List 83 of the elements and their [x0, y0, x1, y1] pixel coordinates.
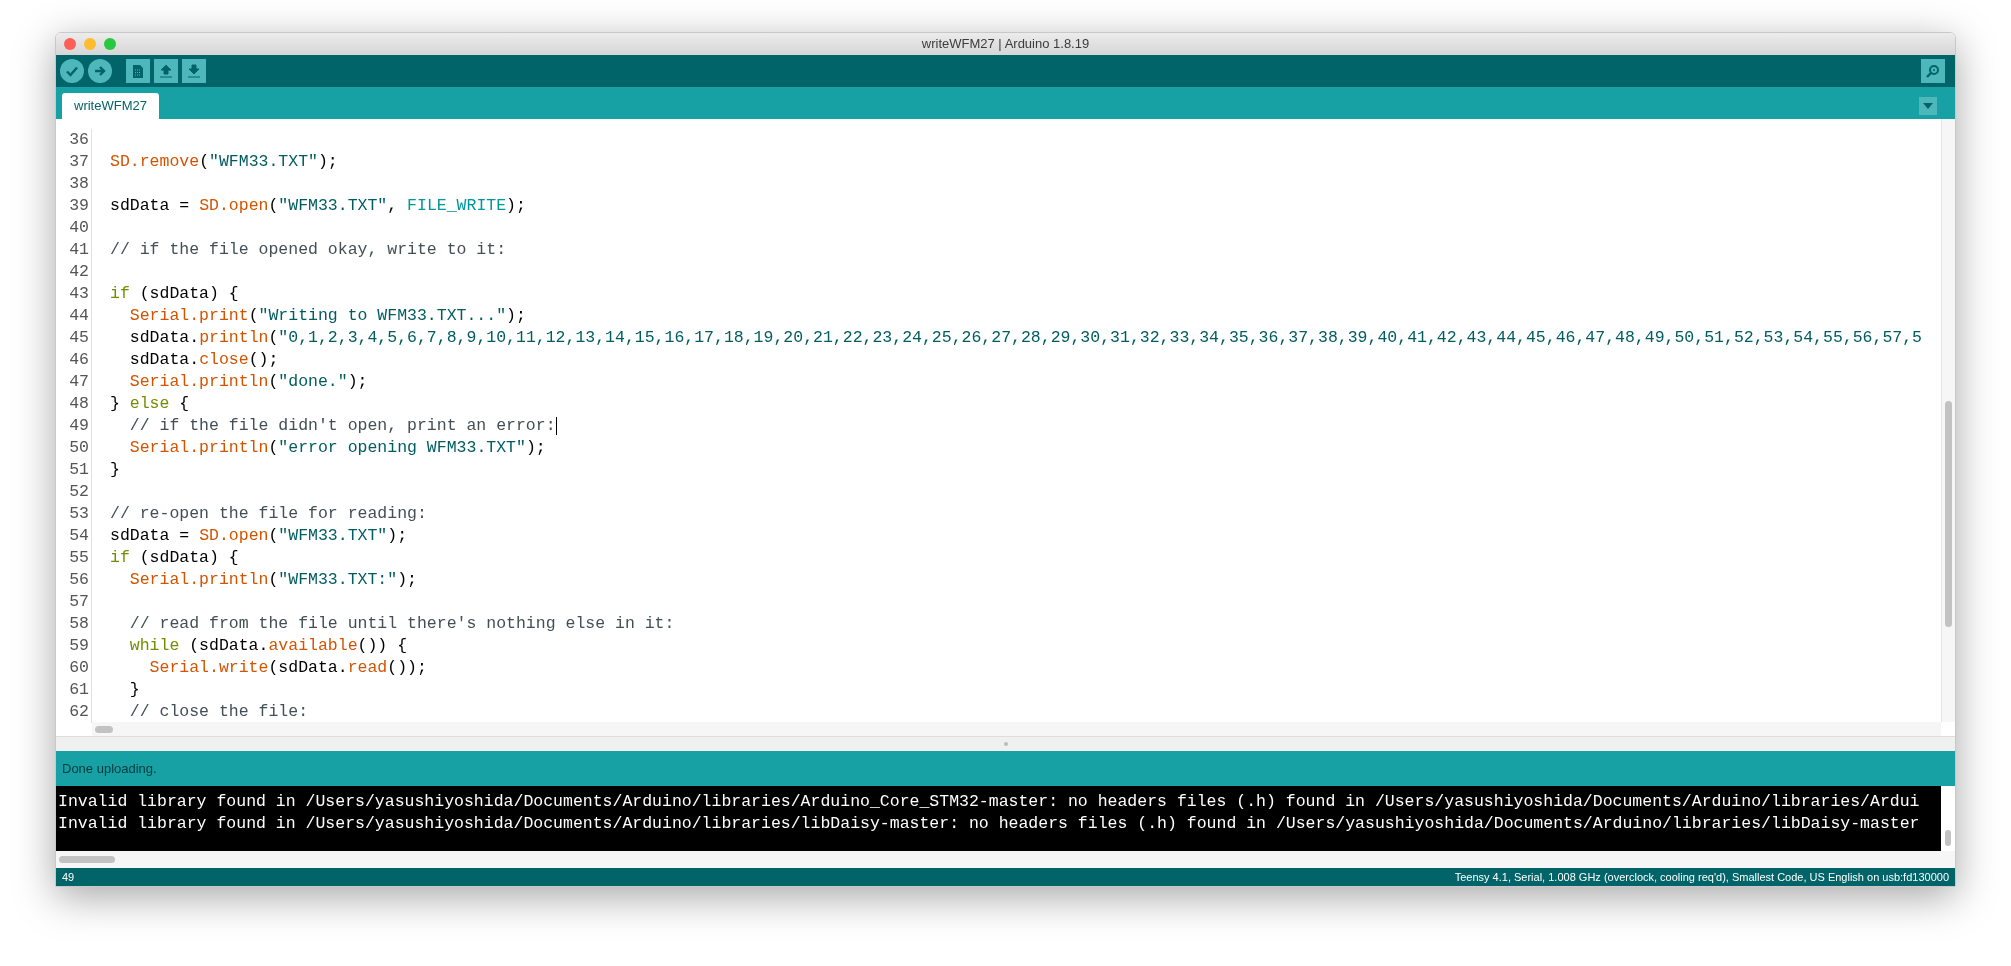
code-editor[interactable]	[56, 119, 1955, 736]
splitter[interactable]	[56, 736, 1955, 751]
code-line: sdData = SD.open("WFM33.TXT", FILE_WRITE);	[110, 195, 526, 217]
verify-button[interactable]	[60, 59, 84, 83]
line-number: 47	[56, 371, 92, 393]
code-line: } else {	[110, 393, 190, 415]
board-info: Teensy 4.1, Serial, 1.008 GHz (overclock, cooling req'd), Smallest Code, US English on usb:fd130000	[1454, 869, 1949, 885]
save-button[interactable]	[182, 59, 206, 83]
line-number: 61	[56, 679, 92, 701]
code-line: Serial.write(sdData.read());	[148, 657, 427, 679]
grip-icon	[1003, 742, 1008, 746]
line-number: 41	[56, 239, 92, 261]
console-horizontal-scrollbar[interactable]	[56, 851, 1955, 868]
magnifier-icon	[1925, 63, 1941, 79]
down-arrow-icon	[187, 63, 201, 79]
line-number: 50	[56, 437, 92, 459]
scrollbar-thumb[interactable]	[59, 856, 115, 863]
line-number: 40	[56, 217, 92, 239]
line-number: 52	[56, 481, 92, 503]
code-line: sdData.println("0,1,2,3,4,5,6,7,8,9,10,11,12,13,14,15,16,17,18,19,20,21,22,23,24,25,26,27,28,29,30,31,32,33,34,35,36,37,38,39,40,41,42,43,44,45,46,47,48,49,50,51,52,53,54,55,56,57,5	[128, 327, 1922, 349]
line-number: 37	[56, 151, 92, 173]
line-number: 53	[56, 503, 92, 525]
checkmark-icon	[65, 64, 79, 78]
line-number: 48	[56, 393, 92, 415]
code-line: if (sdData) {	[110, 547, 239, 569]
line-number: 58	[56, 613, 92, 635]
line-indicator: 49	[62, 869, 75, 885]
line-number: 43	[56, 283, 92, 305]
line-number: 56	[56, 569, 92, 591]
caret-icon	[1923, 103, 1933, 109]
line-number: 55	[56, 547, 92, 569]
code-line: }	[128, 679, 140, 701]
code-line: Serial.print("Writing to WFM33.TXT...");	[128, 305, 526, 327]
scrollbar-thumb[interactable]	[95, 726, 113, 733]
code-line: while (sdData.available()) {	[128, 635, 408, 657]
close-window-button[interactable]	[64, 38, 76, 50]
tab-menu-button[interactable]	[1919, 97, 1937, 115]
code-line: // re-open the file for reading:	[110, 503, 427, 525]
serial-monitor-button[interactable]	[1921, 59, 1945, 83]
code-line: SD.remove("WFM33.TXT");	[110, 151, 338, 173]
code-line: // close the file:	[128, 701, 309, 723]
code-line: sdData = SD.open("WFM33.TXT");	[110, 525, 408, 547]
line-number: 60	[56, 657, 92, 679]
line-number: 49	[56, 415, 92, 437]
code-line: }	[110, 459, 120, 481]
code-line: sdData.close();	[128, 349, 279, 371]
line-number: 51	[56, 459, 92, 481]
console-scrollbar[interactable]	[1941, 786, 1955, 851]
line-number: 39	[56, 195, 92, 217]
sketch-tab[interactable]: writeWFM27	[62, 93, 159, 119]
line-number: 45	[56, 327, 92, 349]
right-arrow-icon	[93, 64, 107, 78]
scrollbar-thumb[interactable]	[1945, 830, 1951, 846]
status-message: Done uploading.	[62, 759, 157, 778]
code-line: Serial.println("error opening WFM33.TXT");	[128, 437, 546, 459]
new-sketch-button[interactable]	[126, 59, 150, 83]
zoom-window-button[interactable]	[104, 38, 116, 50]
console-line: Invalid library found in /Users/yasushiyoshida/Documents/Arduino/libraries/libDaisy-master: no headers files (.h) found in /Users/yasushiyoshida/Documents/Arduino/libraries/libDaisy-master	[58, 813, 1921, 835]
console-line: Invalid library found in /Users/yasushiyoshida/Documents/Arduino/libraries/Arduino_Core_STM32-master: no headers files (.h) found in /Users/yasushiyoshida/Documents/Arduino/libraries/Ardui	[58, 791, 1921, 813]
line-number: 44	[56, 305, 92, 327]
code-line: Serial.println("done.");	[128, 371, 368, 393]
line-number: 36	[56, 129, 92, 151]
code-line: if (sdData) {	[110, 283, 239, 305]
document-icon	[132, 63, 144, 79]
line-number: 57	[56, 591, 92, 613]
code-line: // if the file opened okay, write to it:	[110, 239, 507, 261]
line-number: 38	[56, 173, 92, 195]
code-line: // read from the file until there's nothing else in it:	[128, 613, 675, 635]
horizontal-scrollbar[interactable]	[92, 722, 1941, 736]
line-number: 54	[56, 525, 92, 547]
open-button[interactable]	[154, 59, 178, 83]
up-arrow-icon	[159, 63, 173, 79]
code-line: Serial.println("WFM33.TXT:");	[128, 569, 417, 591]
upload-button[interactable]	[88, 59, 112, 83]
line-number: 62	[56, 701, 92, 723]
code-line: // if the file didn't open, print an error:	[128, 415, 556, 437]
line-number: 59	[56, 635, 92, 657]
window-title: writeWFM27 | Arduino 1.8.19	[921, 35, 1090, 54]
vertical-scrollbar[interactable]	[1941, 119, 1955, 722]
line-number: 42	[56, 261, 92, 283]
scrollbar-thumb[interactable]	[1945, 401, 1952, 627]
line-number: 46	[56, 349, 92, 371]
minimize-window-button[interactable]	[84, 38, 96, 50]
